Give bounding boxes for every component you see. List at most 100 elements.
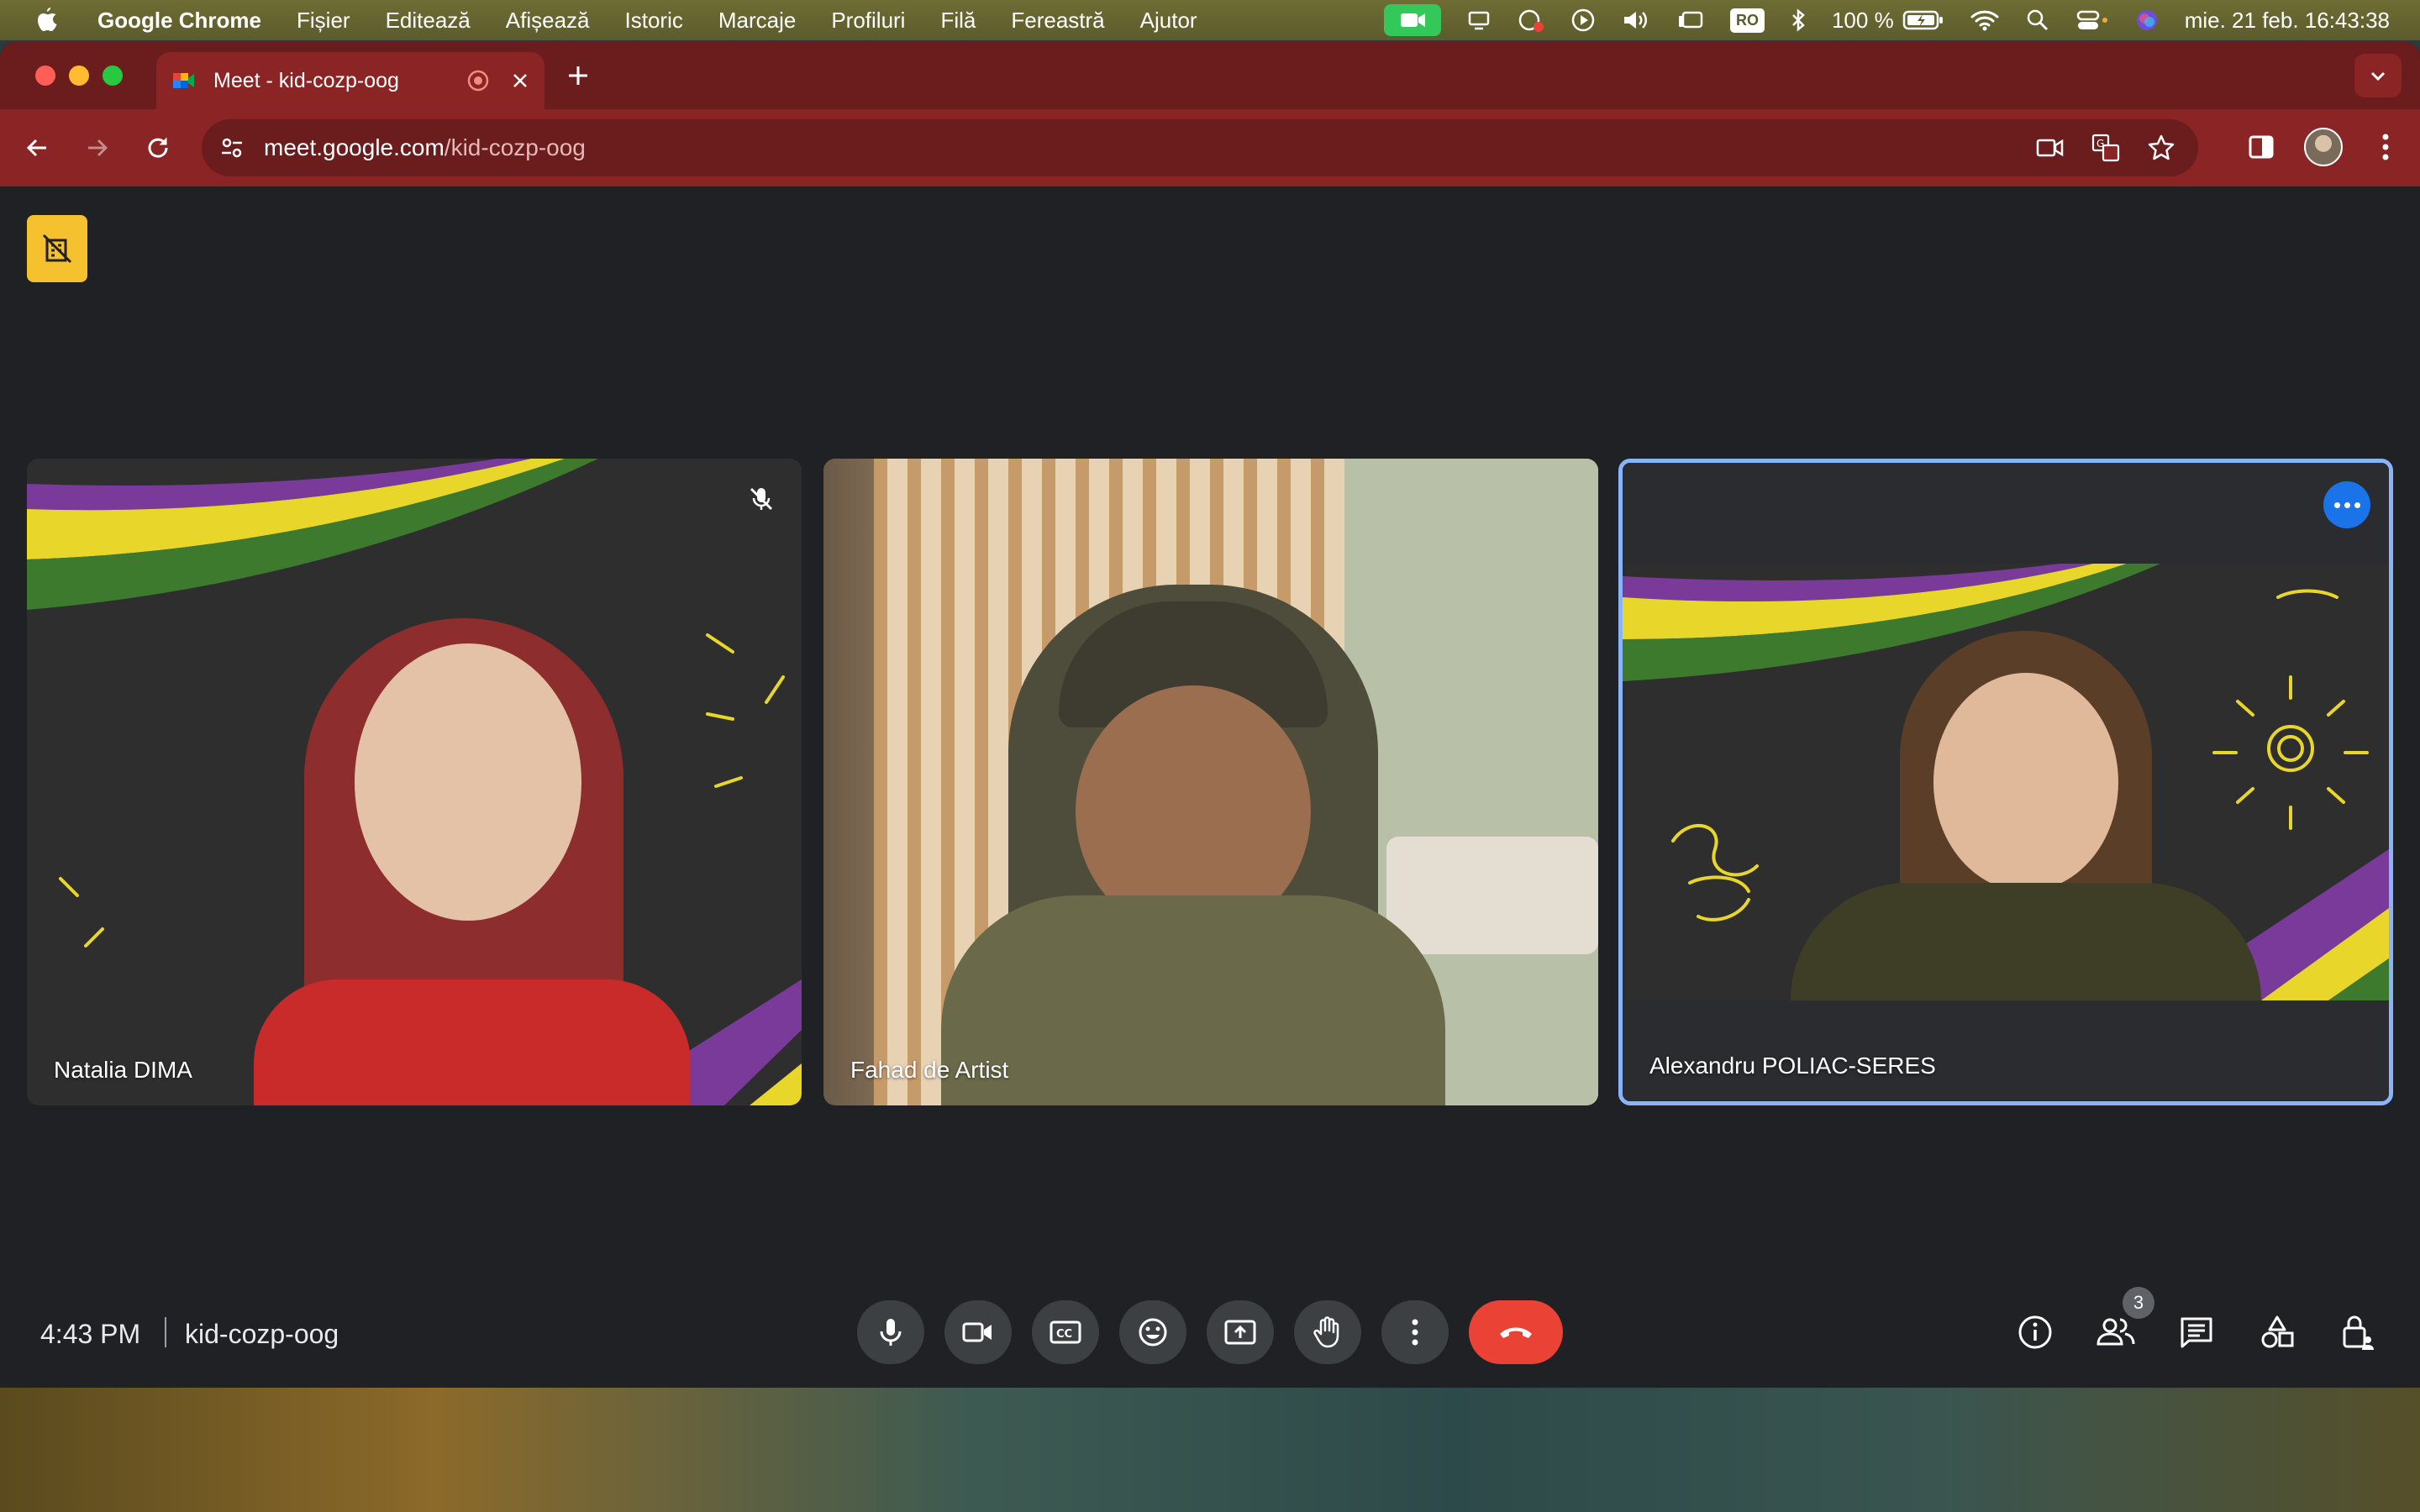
participant-face [1933, 673, 2118, 891]
host-controls-button[interactable] [2333, 1307, 2383, 1357]
raise-hand-button[interactable] [1294, 1300, 1361, 1364]
meeting-controls-bar: 4:43 PM kid-cozp-oog CC 3 [0, 1287, 2420, 1388]
close-window-button[interactable] [35, 66, 55, 86]
camera-permission-icon[interactable] [2035, 133, 2065, 163]
bluetooth-icon[interactable] [1790, 8, 1807, 33]
video-camera-icon [962, 1322, 992, 1342]
camera-in-use-icon[interactable] [1383, 4, 1441, 36]
lock-person-icon [2343, 1315, 2374, 1350]
bookmark-star-icon[interactable] [2146, 133, 2176, 163]
spotlight-search-icon[interactable] [2025, 8, 2050, 33]
meeting-code: kid-cozp-oog [185, 1319, 339, 1349]
participant-tile[interactable]: Natalia DIMA [27, 459, 802, 1105]
participant-face [355, 643, 581, 921]
participant-name: Alexandru POLIAC-SERES [1649, 1053, 1936, 1079]
menu-profiles[interactable]: Profiluri [831, 8, 905, 34]
reload-button[interactable] [141, 131, 175, 165]
tab-title: Meet - kid-cozp-oog [213, 68, 399, 92]
siri-icon[interactable] [2134, 8, 2160, 33]
minimize-window-button[interactable] [69, 66, 89, 86]
profile-avatar[interactable] [2304, 128, 2343, 166]
participant-tile[interactable]: Fahad de Artist [823, 459, 1598, 1105]
input-source-icon[interactable]: RO [1729, 8, 1765, 33]
close-tab-icon[interactable] [511, 71, 529, 90]
control-center-icon[interactable] [2075, 8, 2109, 33]
meeting-time: 4:43 PM [40, 1319, 141, 1349]
participant-name: Natalia DIMA [54, 1057, 192, 1083]
microphone-muted-icon [750, 487, 773, 511]
menu-bookmarks[interactable]: Marcaje [718, 8, 796, 34]
forward-button[interactable] [81, 131, 114, 165]
reload-icon [148, 138, 168, 158]
captions-button[interactable]: CC [1032, 1300, 1099, 1364]
reactions-button[interactable] [1119, 1300, 1186, 1364]
translate-icon[interactable]: G [2091, 133, 2121, 163]
host-controls-button[interactable] [27, 215, 87, 282]
people-button[interactable] [2091, 1307, 2141, 1357]
participant-tile-active[interactable]: Alexandru POLIAC-SERES [1618, 459, 2393, 1105]
tab-meet[interactable]: Meet - kid-cozp-oog [156, 52, 544, 109]
menu-bar: Google Chrome Fișier Editează Afișează I… [0, 0, 2420, 40]
present-screen-icon [1224, 1320, 1256, 1345]
letterbox-top [1623, 463, 2389, 564]
more-vert-icon [1412, 1319, 1418, 1346]
forward-arrow-icon [88, 139, 108, 157]
vpn-icon[interactable] [1517, 8, 1545, 33]
browser-window: Meet - kid-cozp-oog meet.google.com/kid-… [0, 42, 2420, 1388]
menu-view[interactable]: Afișează [506, 8, 590, 34]
sofa [1386, 837, 1598, 954]
address-bar[interactable]: meet.google.com/kid-cozp-oog G [202, 119, 2198, 176]
leave-call-button[interactable] [1469, 1300, 1563, 1364]
apple-icon[interactable] [34, 7, 60, 34]
tab-strip: Meet - kid-cozp-oog [0, 42, 2420, 109]
back-button[interactable] [20, 131, 54, 165]
menu-history[interactable]: Istoric [625, 8, 683, 34]
fullscreen-window-button[interactable] [103, 66, 123, 86]
svg-text:G: G [2096, 138, 2104, 150]
raise-hand-icon [1313, 1316, 1339, 1348]
menu-help[interactable]: Ajutor [1140, 8, 1197, 34]
menu-edit[interactable]: Editează [386, 8, 471, 34]
building-off-icon [42, 234, 72, 264]
activities-button[interactable] [2252, 1307, 2302, 1357]
stage-manager-icon[interactable] [1676, 8, 1705, 33]
back-arrow-icon [26, 139, 46, 157]
participant-hoodie [941, 895, 1445, 1105]
more-options-button[interactable] [1381, 1300, 1449, 1364]
site-info-icon[interactable] [218, 134, 245, 161]
participant-sweater [1791, 883, 2261, 1000]
battery-icon [1902, 10, 1943, 30]
participant-shirt [254, 979, 691, 1105]
tab-search-button[interactable] [2354, 54, 2402, 97]
menu-file[interactable]: Fișier [297, 8, 350, 34]
menu-window[interactable]: Fereastră [1011, 8, 1104, 34]
chat-button[interactable] [2171, 1307, 2222, 1357]
present-screen-button[interactable] [1207, 1300, 1274, 1364]
microphone-button[interactable] [857, 1300, 924, 1364]
new-tab-icon[interactable] [565, 62, 592, 89]
menu-tab[interactable]: Filă [940, 8, 976, 34]
wifi-icon[interactable] [1970, 8, 2000, 33]
desktop-wallpaper [0, 1386, 2420, 1512]
svg-text:CC: CC [1056, 1328, 1072, 1341]
browser-toolbar: meet.google.com/kid-cozp-oog G [0, 109, 2420, 186]
screen-mirroring-icon[interactable] [1466, 8, 1491, 33]
volume-icon[interactable] [1621, 8, 1651, 33]
url-text[interactable]: meet.google.com/kid-cozp-oog [264, 134, 586, 161]
recording-indicator-icon [467, 70, 489, 92]
more-options-button[interactable] [2323, 481, 2370, 528]
side-panel-icon[interactable] [2242, 128, 2281, 166]
camera-button[interactable] [944, 1300, 1012, 1364]
chat-icon [2181, 1317, 2212, 1348]
meeting-details-button[interactable] [2010, 1307, 2060, 1357]
now-playing-icon[interactable] [1570, 8, 1596, 33]
participant-name: Fahad de Artist [850, 1057, 1009, 1083]
emoji-icon [1139, 1318, 1167, 1347]
menubar-clock[interactable]: mie. 21 feb. 16:43:38 [2185, 8, 2390, 34]
chevron-down-icon [2370, 71, 2386, 81]
menu-app-name[interactable]: Google Chrome [97, 8, 261, 34]
divider [165, 1317, 166, 1347]
battery-status[interactable]: 100 % [1832, 8, 1944, 33]
info-icon [2018, 1315, 2052, 1349]
browser-menu-icon[interactable] [2366, 128, 2405, 166]
